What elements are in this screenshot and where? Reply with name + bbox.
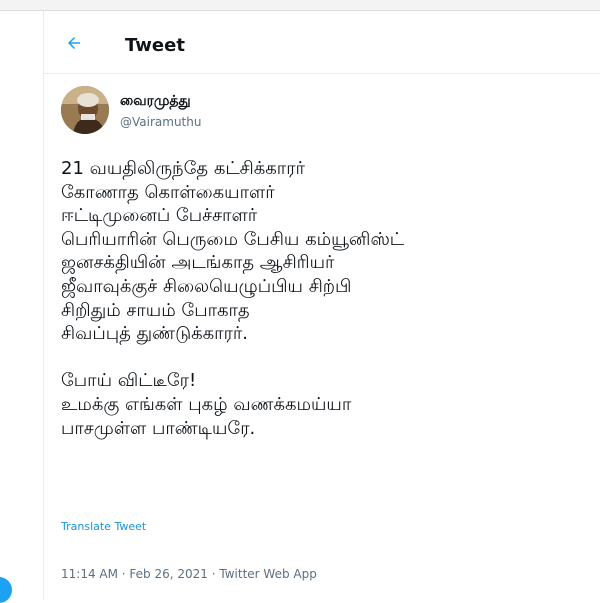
tweet-line: போய் விட்டீரே! [61, 370, 197, 392]
tweet-line: ஜனசக்தியின் அடங்காத ஆசிரியர் [61, 252, 335, 274]
tweet-line: உமக்கு எங்கள் புகழ் வணக்கமய்யா [61, 393, 352, 415]
tweet-header: Tweet [44, 11, 600, 74]
translate-tweet-link[interactable]: Translate Tweet [61, 520, 146, 533]
tweet-metadata: 11:14 AM · Feb 26, 2021 · Twitter Web Ap… [61, 567, 317, 581]
tweet-line: கோணாத கொள்கையாளர் [61, 181, 275, 203]
tweet-source[interactable]: Twitter Web App [219, 567, 316, 581]
tweet-text: 21 வயதிலிருந்தே கட்சிக்காரர் கோணாத கொள்க… [61, 157, 591, 440]
author-avatar[interactable] [61, 86, 109, 134]
tweet-line: சிவப்புத் துண்டுக்காரர். [61, 323, 248, 345]
arrow-left-icon [68, 37, 80, 49]
tweet-line: பெரியாரின் பெருமை பேசிய கம்யூனிஸ்ட் [61, 228, 405, 250]
avatar-photo [61, 86, 109, 134]
author-display-name[interactable]: வைரமுத்து [120, 93, 191, 111]
page-title: Tweet [125, 35, 185, 56]
tweet-time[interactable]: 11:14 AM [61, 567, 118, 581]
meta-separator: · [207, 567, 220, 581]
tweet-line: சிறிதும் சாயம் போகாத [61, 299, 250, 321]
tweet-line: 21 வயதிலிருந்தே கட்சிக்காரர் [61, 158, 305, 179]
browser-top-strip [0, 0, 600, 11]
back-button[interactable] [62, 31, 86, 55]
tweet-detail-column: Tweet வைரமுத்து @Vairamuthu 21 வயதிலிருந… [43, 11, 600, 600]
meta-separator: · [117, 567, 130, 581]
tweet-line: பாசமுள்ள பாண்டியரே. [61, 417, 256, 439]
tweet-date[interactable]: Feb 26, 2021 [129, 567, 208, 581]
tweet-line: ஈட்டிமுனைப் பேச்சாளர் [61, 205, 258, 227]
tweet-line: ஜீவாவுக்குச் சிலையெழுப்பிய சிற்பி [61, 275, 352, 297]
author-handle[interactable]: @Vairamuthu [120, 115, 201, 129]
tweet-compose-button[interactable] [0, 577, 12, 603]
left-navigation-gutter [0, 11, 42, 603]
